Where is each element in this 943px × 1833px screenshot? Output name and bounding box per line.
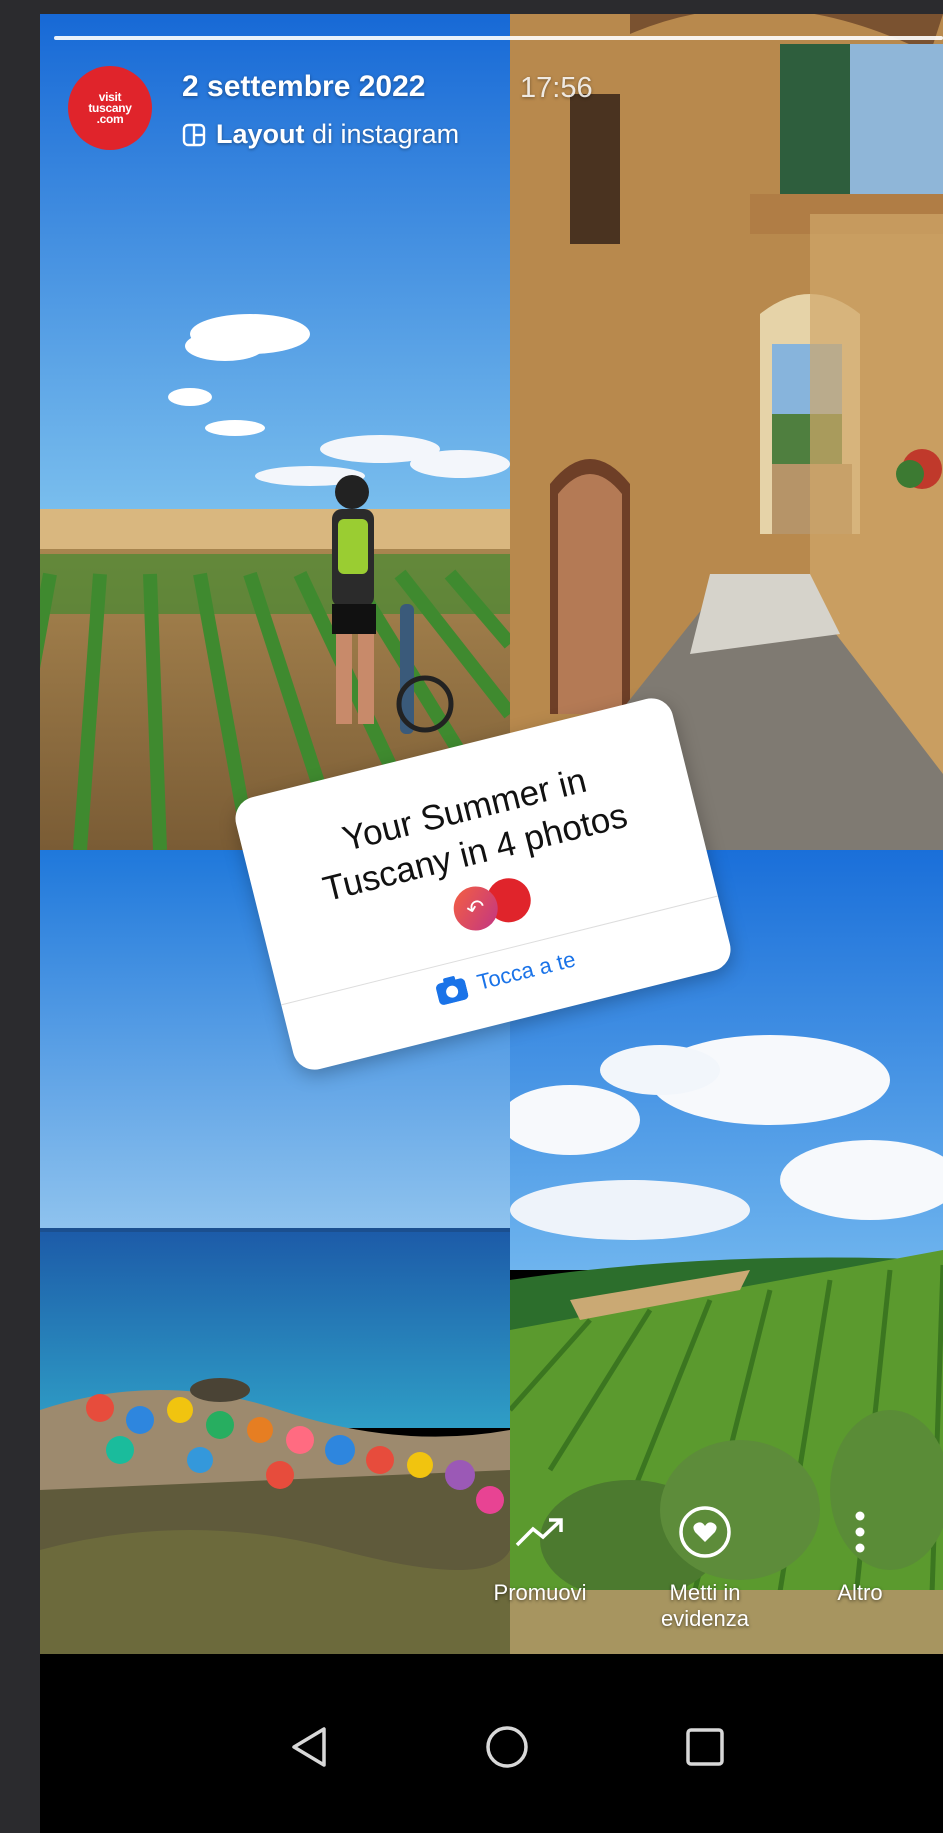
- square-recents-icon: [685, 1727, 725, 1772]
- more-vertical-icon: [790, 1504, 930, 1560]
- post-date: 2 settembre 2022: [182, 70, 426, 103]
- sticker-participants: ↶: [449, 871, 538, 936]
- highlight-label: Metti in evidenza: [660, 1580, 750, 1631]
- promote-button[interactable]: Promuovi: [470, 1504, 610, 1606]
- post-time: 17:56: [520, 72, 593, 104]
- layout-grid-icon: [182, 123, 206, 154]
- story-progress-bar: [54, 36, 943, 40]
- trending-up-icon: [470, 1504, 610, 1560]
- account-avatar[interactable]: visit tuscany .com: [68, 66, 152, 150]
- camera-icon: [434, 974, 471, 1012]
- layout-source: di instagram: [304, 119, 460, 149]
- nav-back-button[interactable]: [285, 1724, 335, 1774]
- layout-label: Layout: [216, 119, 305, 149]
- more-label: Altro: [837, 1580, 883, 1605]
- circle-home-icon: [485, 1725, 529, 1774]
- android-navigation-bar: [40, 1654, 943, 1833]
- heart-circle-icon: [635, 1504, 775, 1560]
- triangle-back-icon: [290, 1726, 330, 1773]
- highlight-button[interactable]: Metti in evidenza: [635, 1504, 775, 1632]
- layout-attribution[interactable]: Layout di instagram: [182, 119, 459, 154]
- story-view[interactable]: visit tuscany .com 2 settembre 2022 17:5…: [40, 14, 943, 1654]
- avatar-logo-line-3: .com: [96, 111, 124, 126]
- more-button[interactable]: Altro: [790, 1504, 930, 1606]
- phone-screen: visit tuscany .com 2 settembre 2022 17:5…: [40, 14, 943, 1833]
- nav-home-button[interactable]: [482, 1724, 532, 1774]
- promote-label: Promuovi: [493, 1580, 587, 1605]
- nav-recents-button[interactable]: [680, 1724, 730, 1774]
- add-yours-label: Tocca a te: [474, 946, 578, 995]
